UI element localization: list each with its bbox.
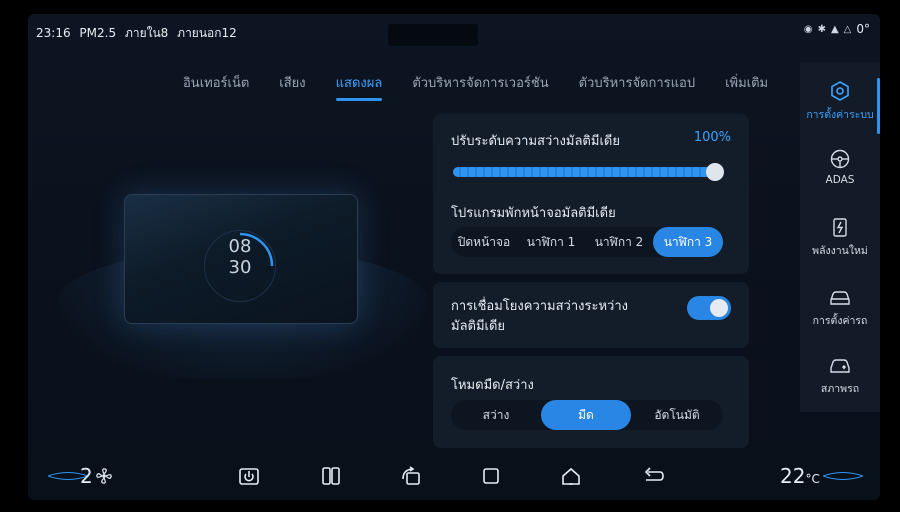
settings-tabs: อินเทอร์เน็ต เสียง แสดงผล ตัวบริหารจัดกา… xyxy=(168,72,783,101)
pm25-label: PM2.5 xyxy=(79,26,117,40)
dark-mode-label: โหมดมืด/สว่าง xyxy=(451,378,534,393)
brightness-link-label-2: มัลติมีเดีย xyxy=(451,319,506,334)
car-icon xyxy=(830,291,850,305)
sidebar-item-label: พลังงานใหม่ xyxy=(812,245,868,257)
tab-version-manager[interactable]: ตัวบริหารจัดการเวอร์ชัน xyxy=(397,72,563,101)
toggle-knob xyxy=(710,299,728,317)
tab-display[interactable]: แสดงผล xyxy=(321,72,398,101)
signal-icon: ▲ xyxy=(830,23,839,35)
back-arrow-icon xyxy=(644,467,664,481)
mode-option-dark[interactable]: มืด xyxy=(541,400,631,430)
square-icon xyxy=(483,468,499,484)
home-icon xyxy=(562,467,580,485)
status-bar-right: ◉ ✱ ▲ △ 0° xyxy=(804,22,870,36)
temperature-unit: °C xyxy=(805,472,820,486)
sidebar-item-label: ADAS xyxy=(825,174,855,186)
stack-rotate-icon xyxy=(402,466,420,485)
fan-control[interactable]: 2 xyxy=(80,464,113,488)
bluetooth-icon: ✱ xyxy=(817,23,826,35)
screensaver-option-clock1[interactable]: นาฬิกา 1 xyxy=(517,227,585,257)
tab-sound[interactable]: เสียง xyxy=(264,72,320,101)
clock-time: 23:16 xyxy=(36,26,71,40)
temperature-control[interactable]: 22°C xyxy=(780,464,820,488)
power-button[interactable] xyxy=(236,464,262,488)
brightness-value: 100% xyxy=(693,130,731,145)
sidebar-item-car-settings[interactable]: การตั้งค่ารถ xyxy=(800,286,880,329)
sidebar-item-label: การตั้งค่ารถ xyxy=(812,315,868,327)
sidebar-item-label: การตั้งค่าระบบ xyxy=(806,109,874,121)
right-airflow-decoration xyxy=(823,472,863,480)
sidebar-item-system-settings[interactable]: การตั้งค่าระบบ xyxy=(800,80,880,123)
screensaver-label: โปรแกรมพักหน้าจอมัลติมีเดีย xyxy=(451,206,616,221)
infotainment-screen: 23:16 PM2.5 ภายใน8 ภายนอก12 ◉ ✱ ▲ △ 0° อ… xyxy=(28,14,880,500)
dark-mode-card: โหมดมืด/สว่าง สว่าง มืด อัตโนมัติ xyxy=(433,356,749,448)
screensaver-selector: ปิดหน้าจอ นาฬิกา 1 นาฬิกา 2 นาฬิกา 3 xyxy=(451,227,723,257)
split-screen-button[interactable] xyxy=(318,464,344,488)
display-settings-card: ปรับระดับความสว่างมัลติมีเดีย 100% โปรแก… xyxy=(433,114,749,274)
brightness-slider-handle[interactable] xyxy=(706,163,724,181)
battery-charge-icon xyxy=(833,218,847,237)
temperature-value: 22 xyxy=(780,464,806,488)
overview-button[interactable] xyxy=(478,464,504,488)
recent-apps-button[interactable] xyxy=(398,464,424,488)
tab-app-manager[interactable]: ตัวบริหารจัดการแอป xyxy=(564,72,710,101)
brightness-link-label-1: การเชื่อมโยงความสว่างระหว่าง xyxy=(451,299,628,314)
dark-mode-selector: สว่าง มืด อัตโนมัติ xyxy=(451,400,723,430)
location-icon: ◉ xyxy=(803,23,813,35)
fan-level: 2 xyxy=(80,464,93,488)
mode-option-light[interactable]: สว่าง xyxy=(451,400,541,430)
category-sidebar: การตั้งค่าระบบ ADAS พลังงานใหม่ การตั้งค… xyxy=(800,62,880,412)
back-button[interactable] xyxy=(640,464,666,488)
steering-wheel-icon xyxy=(830,149,850,169)
tab-more[interactable]: เพิ่มเติม xyxy=(710,72,783,101)
sidebar-item-adas[interactable]: ADAS xyxy=(800,148,880,186)
warning-icon: △ xyxy=(843,23,852,35)
split-screen-icon xyxy=(322,467,340,485)
car-health-icon xyxy=(830,359,850,373)
inside-air-value: ภายใน8 xyxy=(124,26,169,40)
home-button[interactable] xyxy=(558,464,584,488)
mode-option-auto[interactable]: อัตโนมัติ xyxy=(631,400,723,430)
settings-hex-icon xyxy=(831,81,849,101)
screensaver-option-clock2[interactable]: นาฬิกา 2 xyxy=(585,227,653,257)
sidebar-item-car-health[interactable]: สภาพรถ xyxy=(800,354,880,397)
tab-internet[interactable]: อินเทอร์เน็ต xyxy=(168,72,264,101)
sidebar-item-new-energy[interactable]: พลังงานใหม่ xyxy=(800,216,880,259)
screensaver-option-clock3[interactable]: นาฬิกา 3 xyxy=(653,227,723,257)
preview-clock-hour: 08 xyxy=(228,236,252,257)
status-bar-left: 23:16 PM2.5 ภายใน8 ภายนอก12 xyxy=(36,24,242,43)
outside-temperature: 0° xyxy=(856,22,870,36)
sidebar-item-label: สภาพรถ xyxy=(820,383,860,395)
outside-air-value: ภายนอก12 xyxy=(177,26,237,40)
brightness-label: ปรับระดับความสว่างมัลติมีเดีย xyxy=(451,134,620,149)
preview-clock-minute: 30 xyxy=(228,257,252,278)
brightness-link-toggle[interactable] xyxy=(687,296,731,320)
brightness-link-card: การเชื่อมโยงความสว่างระหว่าง มัลติมีเดีย xyxy=(433,282,749,348)
brightness-slider[interactable] xyxy=(453,167,715,177)
screensaver-option-off[interactable]: ปิดหน้าจอ xyxy=(451,227,517,257)
fan-icon xyxy=(95,468,112,484)
screen-power-icon xyxy=(239,468,259,485)
camera-notch xyxy=(388,24,478,46)
